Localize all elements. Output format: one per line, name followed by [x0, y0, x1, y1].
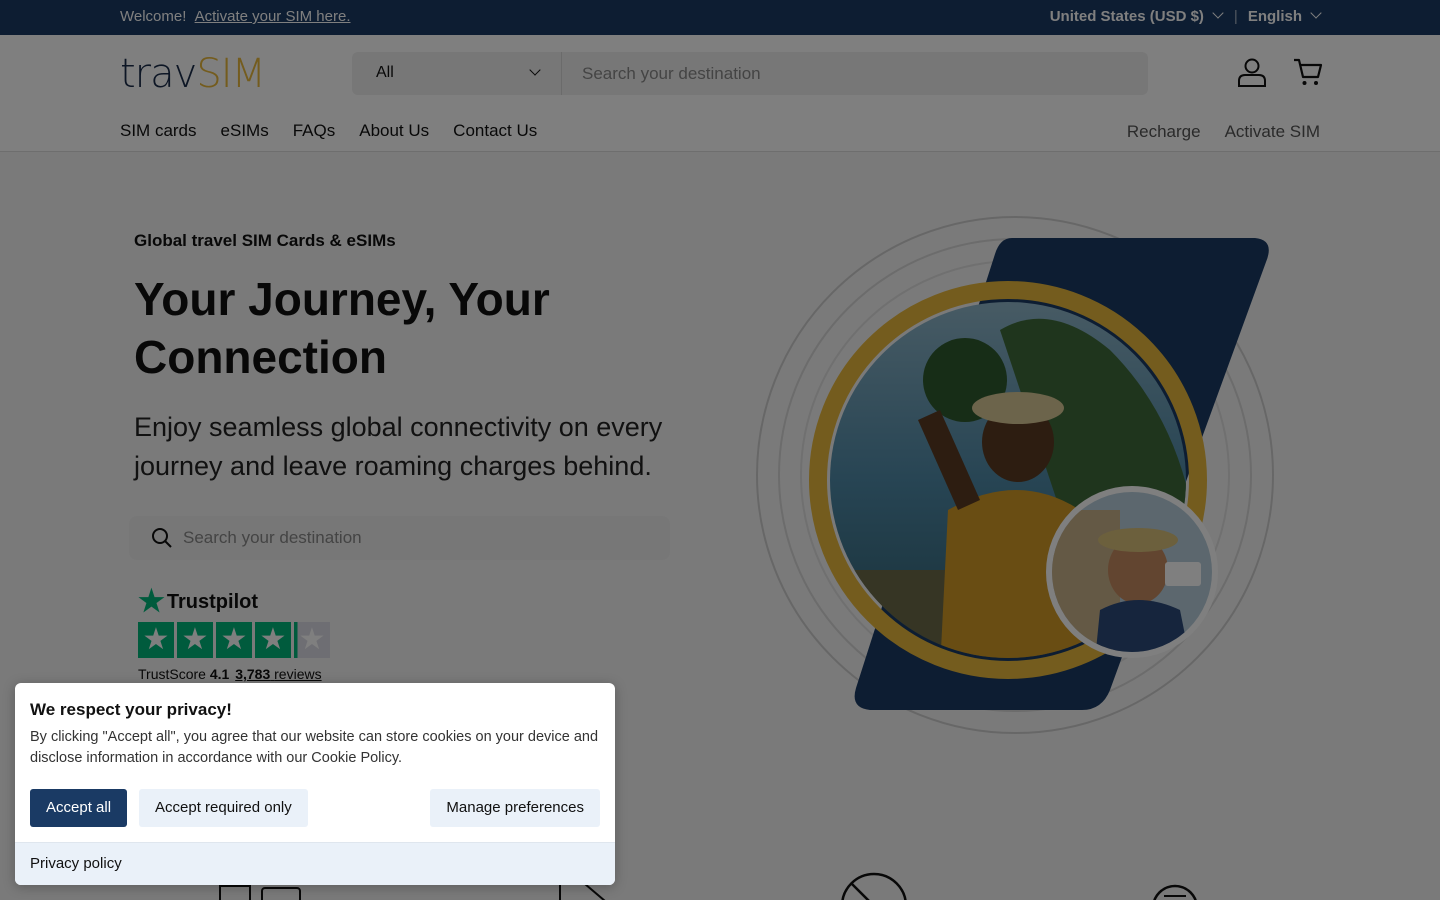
privacy-policy-link[interactable]: Privacy policy [30, 855, 122, 872]
cookie-footer: Privacy policy [15, 842, 615, 885]
cookie-body: By clicking "Accept all", you agree that… [30, 729, 599, 766]
accept-all-button[interactable]: Accept all [30, 789, 128, 827]
accept-required-button[interactable]: Accept required only [139, 789, 308, 827]
cookie-title: We respect your privacy! [30, 700, 232, 719]
cookie-consent-banner: We respect your privacy! By clicking "Ac… [15, 683, 615, 885]
manage-preferences-button[interactable]: Manage preferences [430, 789, 600, 827]
